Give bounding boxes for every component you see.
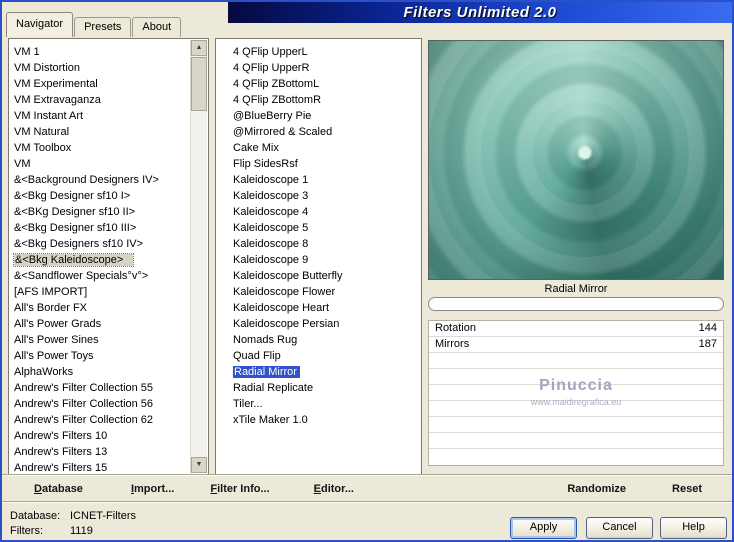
reset-button[interactable]: Reset [672,483,702,495]
status-database-row: Database: ICNET-Filters [10,509,136,524]
tab-about[interactable]: About [132,17,182,37]
list-item[interactable]: Kaleidoscope 8 [217,236,420,252]
list-item[interactable]: &<Bkg Kaleidoscope> [10,252,191,268]
list-item[interactable]: Cake Mix [217,140,420,156]
list-item[interactable]: xTile Maker 1.0 [217,412,420,428]
list-item[interactable]: Andrew's Filters 13 [10,444,191,460]
list-item[interactable]: VM 1 [10,44,191,60]
list-item[interactable]: Kaleidoscope Flower [217,284,420,300]
parameter-panel: Rotation 144 Mirrors 187 Pinuccia www.maidi… [428,320,724,466]
list-item[interactable]: VM [10,156,191,172]
list-item[interactable]: Kaleidoscope Butterfly [217,268,420,284]
list-item[interactable]: 4 QFlip ZBottomL [217,76,420,92]
tab-navigator[interactable]: Navigator [6,12,74,37]
cancel-button[interactable]: Cancel [586,517,653,539]
list-item[interactable]: Kaleidoscope 4 [217,204,420,220]
list-item[interactable]: &<Bkg Designer sf10 III> [10,220,191,236]
list-item[interactable]: @Mirrored & Scaled [217,124,420,140]
filter-list[interactable]: 4 QFlip UpperL 4 QFlip UpperR 4 QFlip ZBot… [215,38,422,475]
param-row-empty [429,417,723,433]
list-item[interactable]: Kaleidoscope 9 [217,252,420,268]
list-item[interactable]: AlphaWorks [10,364,191,380]
param-rows: Rotation 144 Mirrors 187 [429,321,723,465]
status-database-value: ICNET-Filters [70,510,136,522]
import-button[interactable]: Import... [131,483,174,495]
tab-presets[interactable]: Presets [74,17,132,37]
list-item[interactable]: Radial Mirror [217,364,420,380]
param-row-empty [429,433,723,449]
category-scrollbar[interactable]: ▲ ▼ [190,40,207,473]
list-item[interactable]: VM Instant Art [10,108,191,124]
filter-list-items: 4 QFlip UpperL 4 QFlip UpperR 4 QFlip ZBot… [217,40,420,473]
status-area: Database: ICNET-Filters Filters: 1119 [10,509,136,539]
list-item[interactable]: Quad Flip [217,348,420,364]
list-item[interactable]: Radial Replicate [217,380,420,396]
database-button[interactable]: Database [34,483,83,495]
param-row-empty [429,449,723,465]
param-row-empty [429,369,723,385]
filter-preview-image [428,40,724,280]
editor-button[interactable]: Editor... [314,483,354,495]
list-item[interactable]: Kaleidoscope 5 [217,220,420,236]
param-row-empty [429,401,723,417]
list-item[interactable]: All's Power Grads [10,316,191,332]
status-filters-row: Filters: 1119 [10,524,136,539]
status-filters-label: Filters: [10,525,43,537]
status-database-label: Database: [10,510,61,522]
list-item[interactable]: &<Bkg Designer sf10 I> [10,188,191,204]
list-item[interactable]: Andrew's Filter Collection 55 [10,380,191,396]
list-item[interactable]: Andrew's Filters 10 [10,428,191,444]
tab-bar: Navigator Presets About [6,12,182,37]
scrollbar-thumb[interactable] [191,57,207,111]
filter-info-button[interactable]: Filter Info... [210,483,269,495]
list-item[interactable]: &<Bkg Designers sf10 IV> [10,236,191,252]
progress-bar [428,297,724,311]
window-title: Filters Unlimited 2.0 [403,4,557,21]
param-row[interactable]: Rotation 144 [429,321,723,337]
list-item[interactable]: All's Power Toys [10,348,191,364]
list-item[interactable]: VM Extravaganza [10,92,191,108]
divider-top [2,474,732,476]
list-item[interactable]: Kaleidoscope Heart [217,300,420,316]
scroll-up-icon[interactable]: ▲ [191,40,207,56]
apply-button[interactable]: Apply [510,517,577,539]
randomize-button[interactable]: Randomize [567,483,626,495]
param-row-empty [429,385,723,401]
list-item[interactable]: Andrew's Filter Collection 62 [10,412,191,428]
list-item[interactable]: Tiler... [217,396,420,412]
list-item[interactable]: 4 QFlip UpperR [217,60,420,76]
list-item[interactable]: Kaleidoscope Persian [217,316,420,332]
list-item[interactable]: @BlueBerry Pie [217,108,420,124]
list-item[interactable]: &<Background Designers IV> [10,172,191,188]
list-item[interactable]: Nomads Rug [217,332,420,348]
title-banner: Filters Unlimited 2.0 [228,2,732,23]
scroll-down-icon[interactable]: ▼ [191,457,207,473]
list-item[interactable]: Kaleidoscope 1 [217,172,420,188]
list-item[interactable]: Andrew's Filter Collection 56 [10,396,191,412]
list-item[interactable]: Flip SidesRsf [217,156,420,172]
list-item[interactable]: VM Toolbox [10,140,191,156]
list-item[interactable]: 4 QFlip UpperL [217,44,420,60]
list-item[interactable]: Kaleidoscope 3 [217,188,420,204]
list-item[interactable]: &<Sandflower Specials°v°> [10,268,191,284]
toolbar: Database Import... Filter Info... Editor… [2,478,732,500]
help-button[interactable]: Help [660,517,727,539]
list-item[interactable]: All's Power Sines [10,332,191,348]
list-item[interactable]: 4 QFlip ZBottomR [217,92,420,108]
param-row-empty [429,353,723,369]
list-item[interactable]: VM Experimental [10,76,191,92]
list-item[interactable]: &<BKg Designer sf10 II> [10,204,191,220]
list-item[interactable]: VM Distortion [10,60,191,76]
category-list-items: VM 1 VM Distortion VM Experimental VM Extra… [10,40,191,474]
status-filters-value: 1119 [70,525,93,537]
preview-caption: Radial Mirror [544,283,608,295]
filters-unlimited-window: Filters Unlimited 2.0 Navigator Presets … [0,0,734,542]
param-row[interactable]: Mirrors 187 [429,337,723,353]
list-item[interactable]: VM Natural [10,124,191,140]
list-item[interactable]: All's Border FX [10,300,191,316]
list-item[interactable]: Andrew's Filters 15 [10,460,191,474]
divider-bottom [2,501,732,503]
list-item[interactable]: [AFS IMPORT] [10,284,191,300]
category-list[interactable]: VM 1 VM Distortion VM Experimental VM Extra… [8,38,209,475]
